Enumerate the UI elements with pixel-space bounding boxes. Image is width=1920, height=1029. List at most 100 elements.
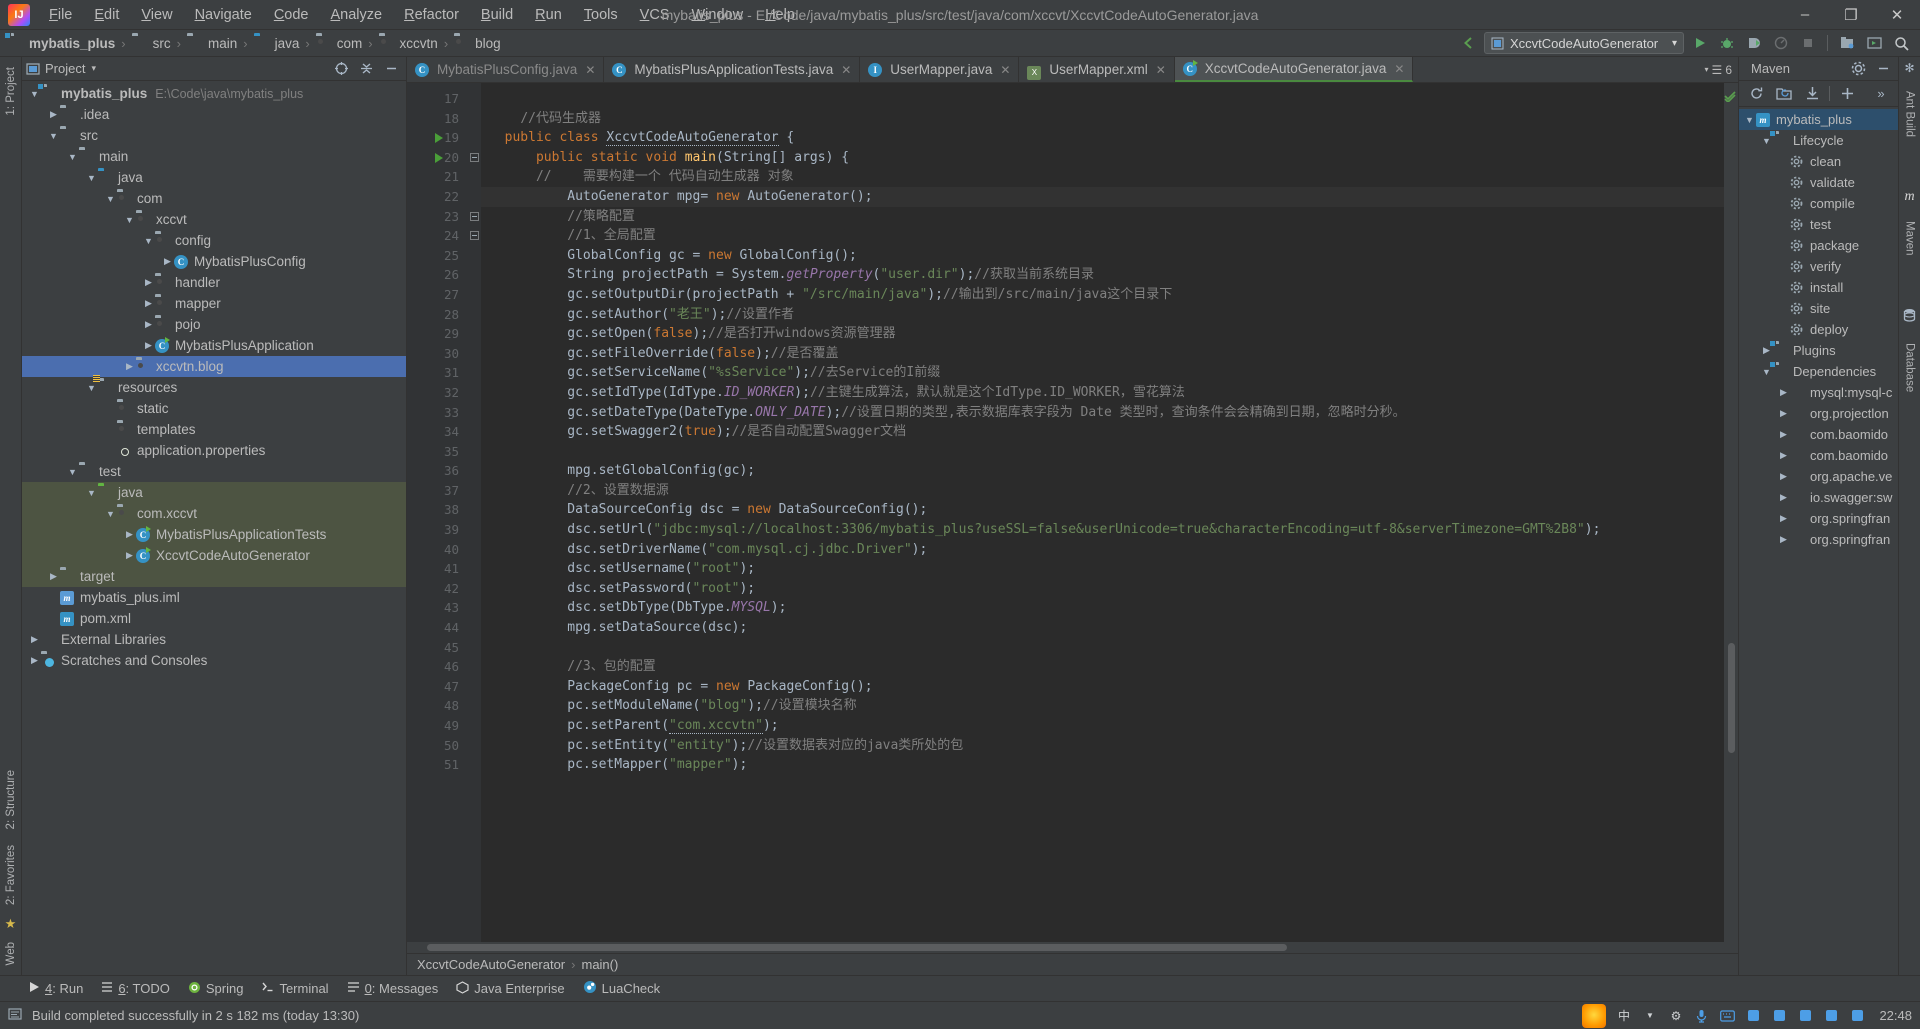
line-number[interactable]: 34 xyxy=(407,422,467,442)
scrollbar-thumb[interactable] xyxy=(1728,643,1735,753)
fold-marker[interactable] xyxy=(467,520,481,540)
code-line[interactable]: mpg.setGlobalConfig(gc); xyxy=(481,461,1724,481)
line-number[interactable]: 43 xyxy=(407,598,467,618)
tree-node-external-libraries[interactable]: ▶ External Libraries xyxy=(22,629,406,650)
chevron-down-icon[interactable]: ▼ xyxy=(1743,115,1756,125)
collapse-all-icon[interactable] xyxy=(355,58,377,80)
select-opened-file-icon[interactable] xyxy=(330,58,352,80)
fold-marker[interactable] xyxy=(467,207,481,227)
chevron-right-icon[interactable]: ▶ xyxy=(1777,534,1790,545)
chevron-down-icon[interactable]: ▼ xyxy=(1760,367,1773,377)
maven-node-org-springfran[interactable]: ▶ org.springfran xyxy=(1739,529,1898,550)
code-line[interactable] xyxy=(481,638,1724,658)
maven-node-mybatis-plus[interactable]: ▼ m mybatis_plus xyxy=(1739,109,1898,130)
chevron-right-icon[interactable]: ▶ xyxy=(28,634,41,645)
maven-node-com-baomido[interactable]: ▶ com.baomido xyxy=(1739,424,1898,445)
tool-window-maven[interactable]: Maven xyxy=(1904,215,1916,262)
tree-node-pojo[interactable]: ▶ pojo xyxy=(22,314,406,335)
hide-maven-panel-icon[interactable] xyxy=(1872,58,1894,80)
code-line[interactable]: gc.setOpen(false);//是否打开windows资源管理器 xyxy=(481,324,1724,344)
chevron-right-icon[interactable]: ▶ xyxy=(161,256,174,267)
code-line[interactable]: pc.setModuleName("blog");//设置模块名称 xyxy=(481,696,1724,716)
code-line[interactable]: DataSourceConfig dsc = new DataSourceCon… xyxy=(481,500,1724,520)
code-line[interactable]: dsc.setDbType(DbType.MYSQL); xyxy=(481,598,1724,618)
chevron-down-icon[interactable]: ▼ xyxy=(85,173,98,183)
code-line[interactable]: //代码生成器 xyxy=(481,109,1724,129)
horizontal-scrollbar[interactable] xyxy=(407,942,1738,953)
maven-node-org-springfran[interactable]: ▶ org.springfran xyxy=(1739,508,1898,529)
menu-item-analyze[interactable]: Analyze xyxy=(320,1,394,29)
fold-marker[interactable] xyxy=(467,148,481,168)
run-gutter-icon[interactable] xyxy=(435,133,443,144)
editor-tab-usermapper-xml[interactable]: X UserMapper.xml ✕ xyxy=(1019,57,1175,82)
tree-node-src[interactable]: ▼ src xyxy=(22,125,406,146)
tray-icon-1[interactable] xyxy=(1745,1007,1762,1024)
tray-icon-5[interactable] xyxy=(1849,1007,1866,1024)
maven-node-install[interactable]: ▶install xyxy=(1739,277,1898,298)
code-line[interactable]: //3、包的配置 xyxy=(481,657,1724,677)
fold-marker[interactable] xyxy=(467,324,481,344)
fold-marker[interactable] xyxy=(467,265,481,285)
fold-marker[interactable] xyxy=(467,109,481,129)
fold-marker[interactable] xyxy=(467,755,481,775)
download-sources-icon[interactable] xyxy=(1801,83,1823,105)
line-number[interactable]: 36 xyxy=(407,461,467,481)
code-line[interactable]: gc.setIdType(IdType.ID_WORKER);//主键生成算法，… xyxy=(481,383,1724,403)
code-line[interactable]: PackageConfig pc = new PackageConfig(); xyxy=(481,677,1724,697)
back-arrow-icon[interactable] xyxy=(1457,32,1479,54)
breadcrumb-item-src[interactable]: src xyxy=(130,34,173,53)
line-number[interactable]: 27 xyxy=(407,285,467,305)
maven-node-dependencies[interactable]: ▼ Dependencies xyxy=(1739,360,1898,382)
bottom-tool-6--todo[interactable]: 6: TODO xyxy=(101,981,170,996)
code-line[interactable]: //2、设置数据源 xyxy=(481,481,1724,501)
maven-node-plugins[interactable]: ▶ Plugins xyxy=(1739,339,1898,361)
line-number[interactable]: 50 xyxy=(407,736,467,756)
chevron-right-icon[interactable]: ▶ xyxy=(1777,513,1790,524)
close-icon[interactable]: ✕ xyxy=(1000,63,1010,77)
line-number-gutter[interactable]: 17 18 19 20 21 22 23 24 25 26 27 28 29 30 31 32 33 34 35 36… xyxy=(407,83,467,942)
line-number[interactable]: 42 xyxy=(407,579,467,599)
tray-icon-4[interactable] xyxy=(1823,1007,1840,1024)
tree-node-com[interactable]: ▼ com xyxy=(22,188,406,209)
maven-node-lifecycle[interactable]: ▼ Lifecycle xyxy=(1739,129,1898,151)
bottom-tool-terminal[interactable]: Terminal xyxy=(261,981,329,996)
chevron-right-icon[interactable]: ▶ xyxy=(1777,408,1790,419)
line-number[interactable]: 22 xyxy=(407,187,467,207)
maven-node-verify[interactable]: ▶verify xyxy=(1739,256,1898,277)
tool-window-structure[interactable]: 2: Structure xyxy=(5,764,17,835)
error-marker-bar[interactable] xyxy=(1724,83,1738,942)
bottom-tool-0--messages[interactable]: 0: Messages xyxy=(347,981,438,996)
menu-item-tools[interactable]: Tools xyxy=(573,1,629,29)
fold-marker[interactable] xyxy=(467,481,481,501)
line-number[interactable]: 18 xyxy=(407,109,467,129)
code-line[interactable]: dsc.setUrl("jdbc:mysql://localhost:3306/… xyxy=(481,520,1724,540)
fold-marker[interactable] xyxy=(467,226,481,246)
menu-item-file[interactable]: File xyxy=(38,1,83,29)
menu-item-build[interactable]: Build xyxy=(470,1,524,29)
chevron-right-icon[interactable]: ▶ xyxy=(1777,429,1790,440)
code-line[interactable] xyxy=(481,89,1724,109)
tool-window-web[interactable]: Web xyxy=(5,936,17,971)
line-number[interactable]: 48 xyxy=(407,696,467,716)
bottom-tool-spring[interactable]: Spring xyxy=(188,981,243,997)
line-number[interactable]: 23 xyxy=(407,207,467,227)
code-line[interactable]: // 需要构建一个 代码自动生成器 对象 xyxy=(481,167,1724,187)
code-line[interactable]: pc.setParent("com.xccvtn"); xyxy=(481,716,1724,736)
menu-item-code[interactable]: Code xyxy=(263,1,320,29)
profile-button[interactable] xyxy=(1770,32,1792,54)
line-number[interactable]: 49 xyxy=(407,716,467,736)
fold-marker[interactable] xyxy=(467,344,481,364)
maven-node-deploy[interactable]: ▶deploy xyxy=(1739,319,1898,340)
editor-tab-mybatisplusapplicationtests-java[interactable]: C MybatisPlusApplicationTests.java ✕ xyxy=(604,57,861,82)
ime-mode-label[interactable]: 中 xyxy=(1615,1007,1632,1024)
chevron-down-icon[interactable]: ▼ xyxy=(104,509,117,519)
fold-marker[interactable] xyxy=(467,128,481,148)
fold-marker[interactable] xyxy=(467,383,481,403)
close-icon[interactable]: ✕ xyxy=(1394,62,1404,76)
fold-marker[interactable] xyxy=(467,167,481,187)
fold-marker[interactable] xyxy=(467,422,481,442)
line-number[interactable]: 32 xyxy=(407,383,467,403)
bottom-tool-4--run[interactable]: 4: Run xyxy=(28,981,83,996)
fold-marker[interactable] xyxy=(467,403,481,423)
fold-marker[interactable] xyxy=(467,246,481,266)
